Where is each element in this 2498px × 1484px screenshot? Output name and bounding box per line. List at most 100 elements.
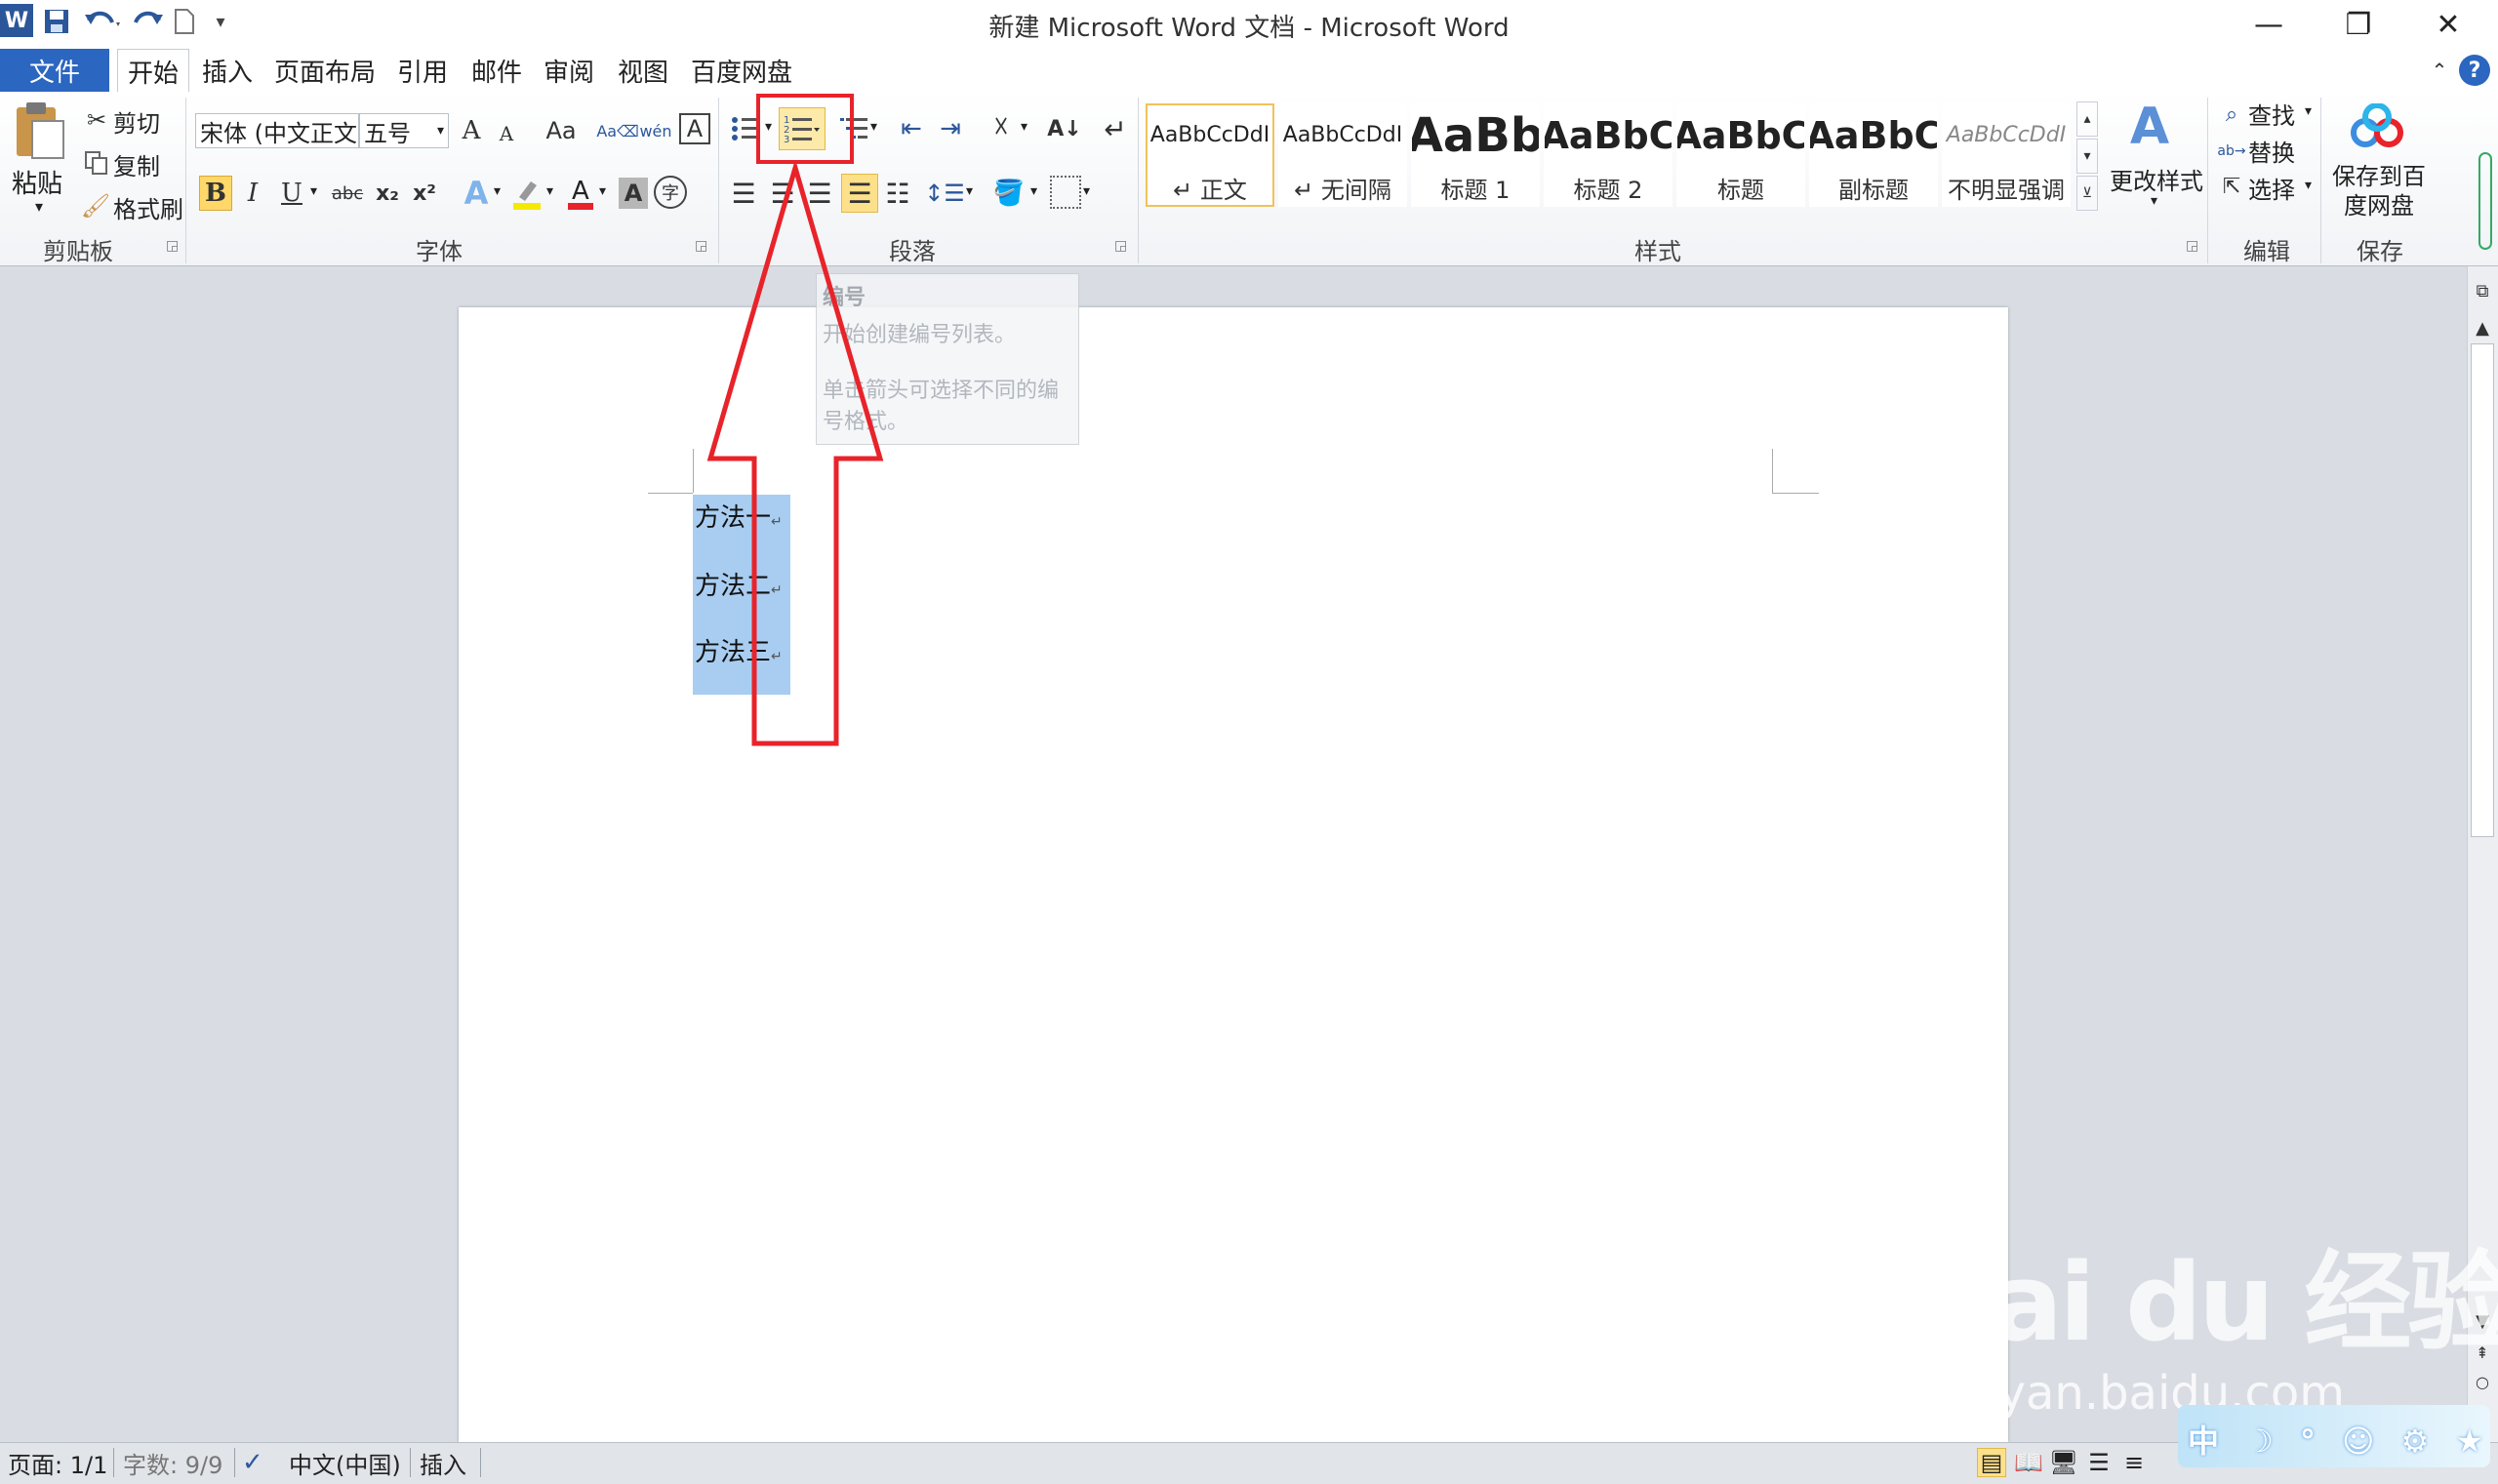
format-painter-icon[interactable]: 🖌 [80,191,111,221]
clipboard-launcher-icon[interactable]: ◲ [166,238,179,254]
sort-icon[interactable]: A↓ [1047,109,1081,148]
paste-label[interactable]: 粘贴 [12,164,70,200]
font-size-dropdown-icon[interactable]: ▾ [437,123,444,139]
borders-icon[interactable] [1050,176,1081,209]
shading-icon[interactable]: 🪣 [991,174,1027,213]
style-heading-2[interactable]: AaBbC 标题 2 [1544,103,1672,207]
document-page[interactable] [459,307,2008,1442]
copy-icon[interactable] [82,148,111,178]
paste-dropdown-icon[interactable]: ▾ [35,197,43,216]
word-count[interactable]: 字数: 9/9 [123,1448,222,1479]
replace-icon[interactable]: ab→ [2217,137,2246,166]
enclose-characters-icon[interactable]: 字 [654,176,687,209]
underline-dropdown-icon[interactable]: ▾ [310,183,317,199]
find-dropdown-icon[interactable]: ▾ [2305,103,2312,119]
font-color-dropdown-icon[interactable]: ▾ [599,183,606,199]
strikethrough-button[interactable]: abc [328,176,367,211]
help-icon[interactable]: ? [2459,55,2490,86]
chinese-layout-icon[interactable]: ☓ [982,107,1021,146]
tab-page-layout[interactable]: 页面布局 [271,49,379,92]
paste-icon[interactable] [10,98,70,162]
web-layout-icon[interactable]: 🖥 [2049,1448,2078,1477]
tab-review[interactable]: 审阅 [537,49,601,92]
format-painter-button[interactable]: 格式刷 [113,189,183,224]
close-button[interactable]: ✕ [2404,0,2492,49]
select-browse-object-icon[interactable]: ○ [2469,1368,2496,1395]
proofing-icon[interactable]: ✓ [242,1448,263,1477]
style-no-spacing[interactable]: AaBbCcDdI ↵ 无间隔 [1278,103,1407,207]
cut-icon[interactable]: ✂ [82,105,111,135]
styles-more-icon[interactable]: ⊻ [2076,176,2098,211]
subscript-button[interactable]: x₂ [371,176,404,211]
style-subtle-emphasis[interactable]: AaBbCcDdI 不明显强调 [1942,103,2071,207]
change-styles-icon[interactable]: A [2123,98,2176,156]
clear-formatting-icon[interactable]: Aa⌫ [596,113,638,148]
text-effects-icon[interactable]: A [459,174,494,213]
scroll-up-icon[interactable]: ▲ [2469,314,2496,341]
collapse-ribbon-icon[interactable]: ⌃ [2428,57,2451,84]
select-dropdown-icon[interactable]: ▾ [2305,178,2312,193]
select-cursor-icon[interactable]: ⇱ [2217,172,2246,201]
change-styles-button[interactable]: 更改样式 [2108,162,2205,196]
minimize-button[interactable]: — [2225,0,2313,49]
save-to-netdisk-button[interactable]: 保存到百度网盘 [2330,162,2428,221]
language-indicator[interactable]: 中文(中国) [289,1448,401,1479]
styles-launcher-icon[interactable]: ◲ [2186,238,2198,254]
replace-button[interactable]: 替换 [2248,133,2295,168]
tab-view[interactable]: 视图 [611,49,675,92]
styles-scroll-down-icon[interactable]: ▾ [2076,139,2098,174]
tab-insert[interactable]: 插入 [195,49,260,92]
increase-indent-icon[interactable]: ⇥ [933,109,968,148]
italic-button[interactable]: I [238,176,267,211]
character-border-icon[interactable]: A [679,113,710,144]
decrease-indent-icon[interactable]: ⇤ [894,109,929,148]
scroll-thumb[interactable] [2471,343,2494,837]
superscript-button[interactable]: x² [408,176,441,211]
find-button[interactable]: 查找 [2248,96,2295,131]
restore-button[interactable]: ❐ [2315,0,2402,49]
font-name-combo[interactable]: 宋体 (中文正文 [195,113,359,148]
select-button[interactable]: 选择 [2248,170,2295,205]
font-color-icon[interactable]: A [564,174,597,213]
style-title[interactable]: AaBbC 标题 [1676,103,1805,207]
text-effects-dropdown-icon[interactable]: ▾ [494,183,501,199]
ime-toolbar[interactable]: 中 ☽ ° ☺ ⚙ ★ [2178,1405,2490,1467]
find-icon[interactable]: ⌕ [2217,100,2246,129]
tab-home[interactable]: 开始 [117,49,189,93]
highlight-color-icon[interactable] [509,174,544,213]
tab-mailings[interactable]: 邮件 [464,49,529,92]
tab-file[interactable]: 文件 [0,49,109,92]
styles-scroll-up-icon[interactable]: ▴ [2076,101,2098,137]
cut-button[interactable]: 剪切 [113,103,160,139]
shrink-font-icon[interactable]: A [492,119,521,148]
show-formatting-marks-icon[interactable]: ↵ [1099,109,1132,148]
phonetic-guide-icon[interactable]: wén [638,111,673,150]
shading-dropdown-icon[interactable]: ▾ [1030,183,1037,199]
highlight-dropdown-icon[interactable]: ▾ [546,183,553,199]
insert-mode-indicator[interactable]: 插入 [420,1448,466,1479]
ruler-toggle-icon[interactable]: ⧉ [2469,277,2496,304]
copy-button[interactable]: 复制 [113,146,160,181]
bold-button[interactable]: B [199,176,232,211]
chinese-layout-dropdown-icon[interactable]: ▾ [1021,119,1027,135]
tab-references[interactable]: 引用 [388,49,457,92]
underline-button[interactable]: U [277,176,306,211]
style-subtitle[interactable]: AaBbC 副标题 [1809,103,1938,207]
tab-baidu-netdisk[interactable]: 百度网盘 [685,49,798,92]
full-screen-reading-icon[interactable]: 📖 [2014,1448,2043,1477]
style-normal[interactable]: AaBbCcDdI ↵ 正文 [1146,103,1274,207]
change-case-icon[interactable]: Aa [539,113,584,148]
change-styles-dropdown-icon[interactable]: ▾ [2151,193,2157,209]
paragraph-launcher-icon[interactable]: ◲ [1114,238,1127,254]
outline-view-icon[interactable]: ☰ [2084,1448,2114,1477]
page-indicator[interactable]: 页面: 1/1 [8,1448,107,1479]
font-size-combo[interactable]: 五号 ▾ [359,113,449,148]
grow-font-icon[interactable]: A [457,113,486,148]
style-heading-1[interactable]: AaBb 标题 1 [1411,103,1540,207]
borders-dropdown-icon[interactable]: ▾ [1083,183,1090,199]
print-layout-view-icon[interactable]: ▤ [1977,1448,2006,1477]
draft-view-icon[interactable]: ≡ [2119,1448,2149,1477]
character-shading-icon[interactable]: A [619,178,648,209]
baidu-netdisk-icon[interactable] [2346,98,2408,158]
multilevel-dropdown-icon[interactable]: ▾ [870,119,877,135]
